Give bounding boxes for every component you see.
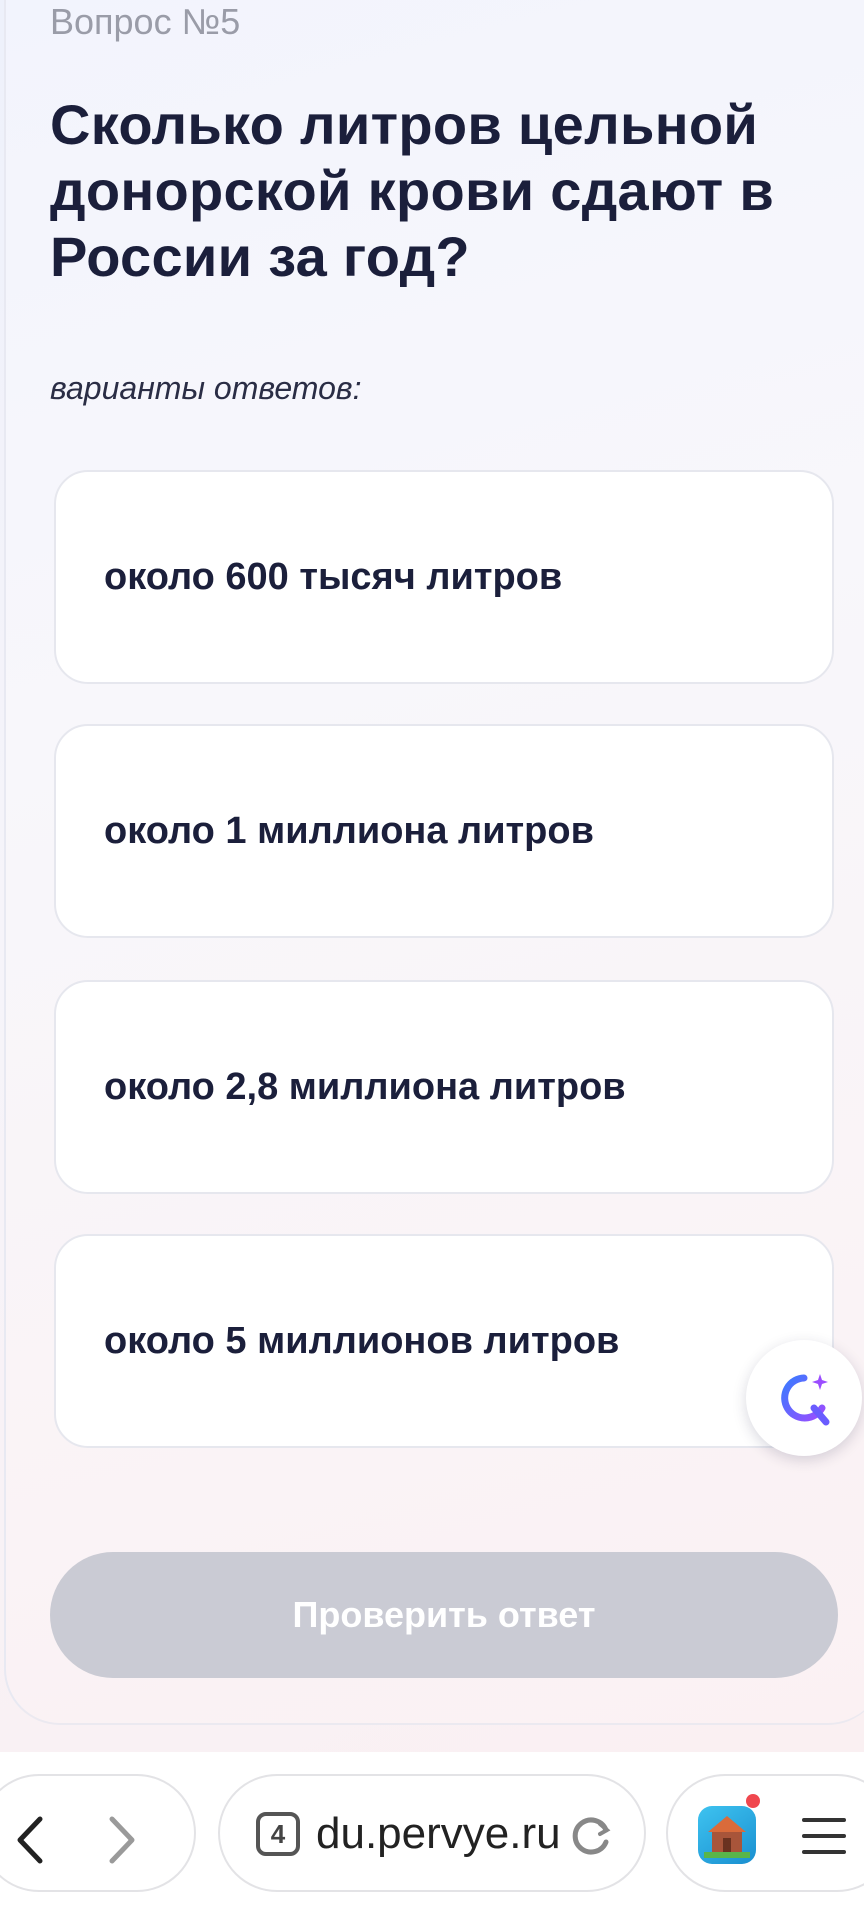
url-text[interactable]: du.pervye.ru xyxy=(316,1808,576,1860)
tab-count-badge[interactable]: 4 xyxy=(256,1812,300,1856)
menu-icon[interactable] xyxy=(800,1816,848,1856)
answer-option-4[interactable]: около 5 миллионов литров xyxy=(54,1234,834,1448)
back-arrow-icon xyxy=(17,1816,43,1864)
address-bar[interactable]: 4 du.pervye.ru xyxy=(218,1774,646,1892)
question-title: Сколько литров цельной донорской крови с… xyxy=(50,93,775,288)
answer-option-label: около 1 миллиона литров xyxy=(104,809,594,852)
answer-option-2[interactable]: около 1 миллиона литров xyxy=(54,724,834,938)
app-icon[interactable] xyxy=(698,1806,756,1864)
question-number: Вопрос №5 xyxy=(50,1,241,42)
answers-caption: варианты ответов: xyxy=(50,370,362,406)
browser-toolbar: 4 du.pervye.ru xyxy=(0,1752,864,1920)
reload-icon[interactable] xyxy=(566,1810,616,1860)
check-answer-button[interactable]: Проверить ответ xyxy=(50,1552,838,1678)
answer-option-1[interactable]: около 600 тысяч литров xyxy=(54,470,834,684)
ai-assistant-icon xyxy=(781,1374,830,1426)
assistant-button[interactable] xyxy=(746,1340,862,1456)
forward-arrow-icon xyxy=(109,1816,135,1864)
check-answer-label: Проверить ответ xyxy=(292,1594,596,1635)
navigation-pill xyxy=(0,1774,196,1892)
answer-option-3[interactable]: около 2,8 миллиона литров xyxy=(54,980,834,1194)
game-app-icon xyxy=(704,1816,750,1858)
forward-button[interactable] xyxy=(90,1810,150,1870)
answer-option-label: около 5 миллионов литров xyxy=(104,1319,620,1362)
answer-option-label: около 2,8 миллиона литров xyxy=(104,1065,626,1108)
answer-option-label: около 600 тысяч литров xyxy=(104,555,563,598)
notification-dot xyxy=(746,1794,760,1808)
browser-extras-pill xyxy=(666,1774,864,1892)
back-button[interactable] xyxy=(2,1810,62,1870)
